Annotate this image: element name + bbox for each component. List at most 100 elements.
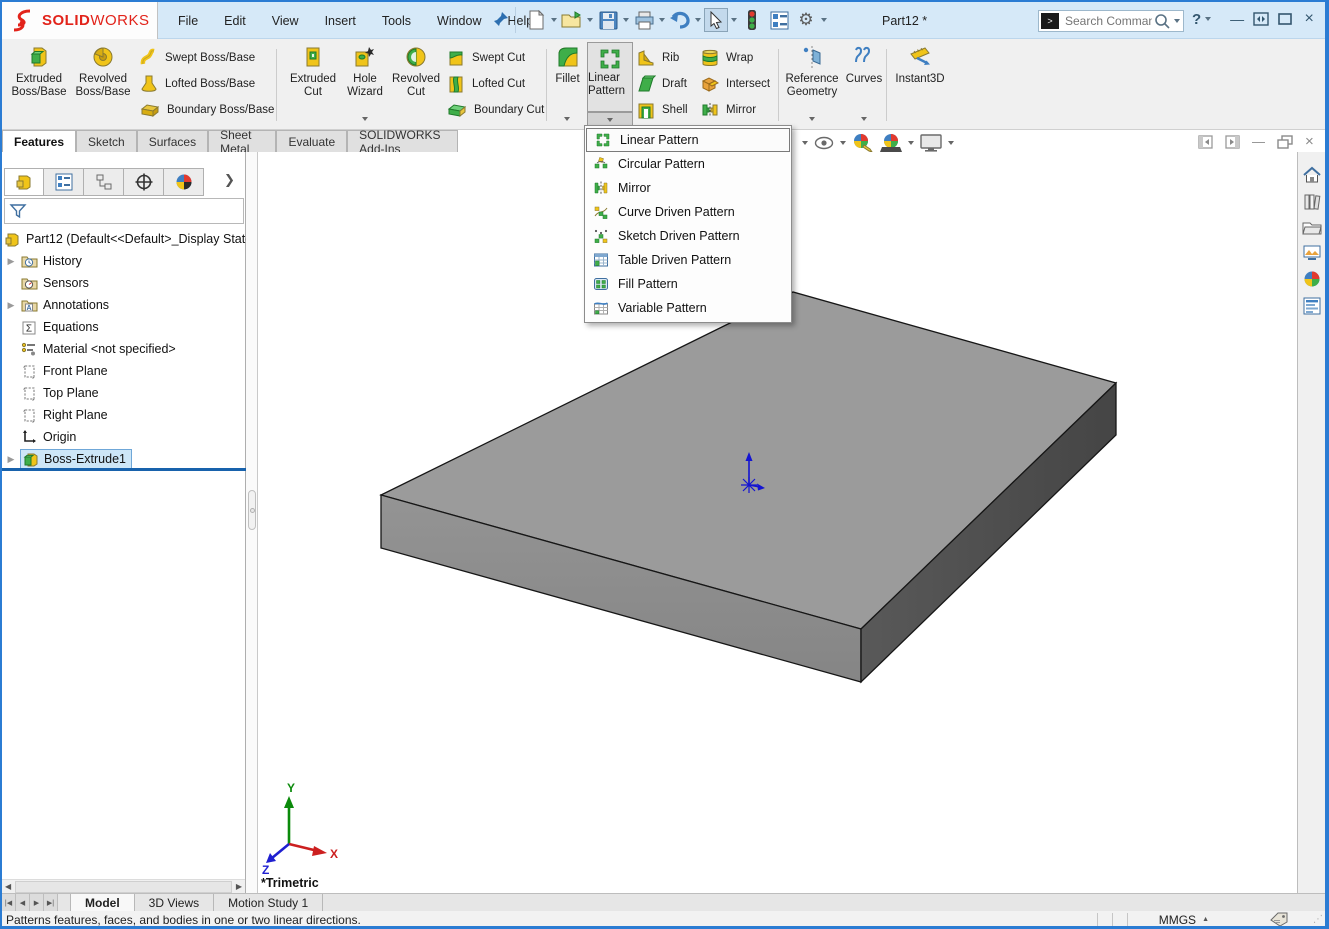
featuremanager-tab[interactable] bbox=[4, 168, 44, 196]
curves-button[interactable]: Curves bbox=[844, 44, 884, 124]
menu-edit[interactable]: Edit bbox=[224, 14, 246, 28]
resize-grip[interactable]: ⋰ bbox=[1313, 914, 1323, 925]
units-selector[interactable]: MMGS bbox=[1159, 913, 1196, 927]
tree-item-annotations[interactable]: ▶ A Annotations bbox=[2, 294, 246, 316]
tree-item-right-plane[interactable]: Right Plane bbox=[2, 404, 246, 426]
tree-item-origin[interactable]: Origin bbox=[2, 426, 246, 448]
intersect-button[interactable]: Intersect bbox=[700, 73, 770, 95]
settings-gear-icon[interactable]: ⚙ bbox=[794, 8, 818, 32]
menu-view[interactable]: View bbox=[272, 14, 299, 28]
search-input[interactable] bbox=[1063, 13, 1154, 29]
menu-item-sketch-driven-pattern[interactable]: Sketch Driven Pattern bbox=[585, 224, 791, 248]
reference-geometry-button[interactable]: Reference Geometry bbox=[782, 44, 842, 124]
menu-item-variable-pattern[interactable]: Variable Pattern bbox=[585, 296, 791, 320]
collapse-left-icon[interactable] bbox=[1198, 135, 1213, 149]
view-palette-icon[interactable] bbox=[1303, 245, 1321, 261]
scrollbar-thumb[interactable] bbox=[15, 881, 232, 893]
help-button[interactable]: ? bbox=[1192, 11, 1201, 28]
revolved-cut-button[interactable]: Revolved Cut bbox=[388, 44, 444, 124]
tree-horizontal-scrollbar[interactable]: ◀ ▶ bbox=[2, 879, 245, 893]
menu-window[interactable]: Window bbox=[437, 14, 481, 28]
pin-icon[interactable] bbox=[492, 10, 510, 28]
rollback-bar[interactable] bbox=[2, 468, 246, 471]
new-document-button[interactable] bbox=[524, 8, 548, 32]
menu-item-fill-pattern[interactable]: Fill Pattern bbox=[585, 272, 791, 296]
settings-caret[interactable] bbox=[821, 18, 827, 22]
menu-item-curve-driven-pattern[interactable]: Curve Driven Pattern bbox=[585, 200, 791, 224]
close-button[interactable]: × bbox=[1299, 9, 1319, 29]
expand-arrow-icon[interactable]: ▶ bbox=[2, 300, 20, 311]
restore-width-button[interactable] bbox=[1251, 9, 1271, 29]
expand-arrow-icon[interactable]: ▶ bbox=[2, 454, 20, 465]
draft-button[interactable]: Draft bbox=[636, 73, 687, 95]
doc-close-icon[interactable]: × bbox=[1305, 133, 1314, 150]
tree-item-sensors[interactable]: Sensors bbox=[2, 272, 246, 294]
view-settings-caret[interactable] bbox=[948, 141, 954, 145]
display-style-caret[interactable] bbox=[802, 141, 808, 145]
tab-3d-views[interactable]: 3D Views bbox=[135, 894, 214, 911]
linear-pattern-button[interactable]: Linear Pattern bbox=[587, 42, 633, 112]
minimize-button[interactable]: — bbox=[1227, 9, 1247, 29]
tree-item-boss-extrude1[interactable]: ▶ Boss-Extrude1 bbox=[2, 448, 246, 470]
expand-arrow-icon[interactable]: ▶ bbox=[2, 256, 20, 267]
scroll-left-icon[interactable]: ◀ bbox=[2, 882, 14, 891]
hole-wizard-caret[interactable] bbox=[350, 113, 380, 125]
tree-item-history[interactable]: ▶ History bbox=[2, 250, 246, 272]
dimxpertmanager-tab[interactable] bbox=[124, 168, 164, 196]
tab-features[interactable]: Features bbox=[2, 130, 76, 152]
tree-item-front-plane[interactable]: Front Plane bbox=[2, 360, 246, 382]
save-caret[interactable] bbox=[623, 18, 629, 22]
menu-file[interactable]: File bbox=[178, 14, 198, 28]
edit-appearance-icon[interactable] bbox=[852, 133, 874, 153]
propertymanager-tab[interactable] bbox=[44, 168, 84, 196]
apply-scene-icon[interactable] bbox=[880, 133, 902, 153]
menu-item-circular-pattern[interactable]: Circular Pattern bbox=[585, 152, 791, 176]
print-caret[interactable] bbox=[659, 18, 665, 22]
print-button[interactable] bbox=[632, 8, 656, 32]
options-list-icon[interactable] bbox=[767, 8, 791, 32]
tab-model[interactable]: Model bbox=[70, 894, 135, 911]
open-button[interactable] bbox=[560, 8, 584, 32]
hole-wizard-button[interactable]: Hole Wizard bbox=[343, 44, 387, 124]
tab-sketch[interactable]: Sketch bbox=[76, 130, 137, 152]
save-button[interactable] bbox=[596, 8, 620, 32]
hide-show-items-icon[interactable] bbox=[814, 136, 834, 150]
hide-show-caret[interactable] bbox=[840, 141, 846, 145]
tree-item-equations[interactable]: Σ Equations bbox=[2, 316, 246, 338]
configurationmanager-tab[interactable] bbox=[84, 168, 124, 196]
search-commands-box[interactable]: > bbox=[1038, 10, 1184, 32]
boundary-cut-button[interactable]: Boundary Cut bbox=[446, 99, 544, 121]
wrap-button[interactable]: Wrap bbox=[700, 47, 753, 69]
file-explorer-icon[interactable] bbox=[1302, 220, 1322, 236]
revolved-boss-button[interactable]: Revolved Boss/Base bbox=[72, 44, 134, 124]
apply-scene-caret[interactable] bbox=[908, 141, 914, 145]
displaymanager-tab[interactable] bbox=[164, 168, 204, 196]
open-caret[interactable] bbox=[587, 18, 593, 22]
select-tool-button[interactable] bbox=[704, 8, 728, 32]
menu-item-table-driven-pattern[interactable]: Table Driven Pattern bbox=[585, 248, 791, 272]
rib-button[interactable]: Rib bbox=[636, 47, 679, 69]
select-caret[interactable] bbox=[731, 18, 737, 22]
extruded-boss-button[interactable]: Extruded Boss/Base bbox=[8, 44, 70, 124]
swept-cut-button[interactable]: Swept Cut bbox=[446, 47, 525, 69]
appearances-icon[interactable] bbox=[1303, 270, 1321, 288]
menu-insert[interactable]: Insert bbox=[325, 14, 356, 28]
manager-tabs-overflow[interactable]: ❯ bbox=[224, 172, 235, 188]
menu-item-linear-pattern[interactable]: Linear Pattern bbox=[586, 128, 790, 152]
curves-caret[interactable] bbox=[849, 113, 879, 125]
splitter-handle[interactable] bbox=[248, 490, 256, 530]
tree-root[interactable]: Part12 (Default<<Default>_Display State bbox=[2, 228, 246, 250]
tab-sheet-metal[interactable]: Sheet Metal bbox=[208, 130, 276, 152]
tab-scroll-last[interactable]: ▶| bbox=[44, 894, 58, 911]
reference-geometry-caret[interactable] bbox=[797, 113, 827, 125]
mirror-button[interactable]: Mirror bbox=[700, 99, 756, 121]
menu-tools[interactable]: Tools bbox=[382, 14, 411, 28]
tree-item-material[interactable]: Material <not specified> bbox=[2, 338, 246, 360]
menu-item-mirror[interactable]: Mirror bbox=[585, 176, 791, 200]
tab-solidworks-addins[interactable]: SOLIDWORKS Add-Ins bbox=[347, 130, 458, 152]
rebuild-button[interactable] bbox=[740, 8, 764, 32]
boundary-boss-button[interactable]: Boundary Boss/Base bbox=[139, 99, 274, 121]
search-caret[interactable] bbox=[1174, 19, 1180, 23]
help-caret[interactable] bbox=[1205, 17, 1211, 21]
design-library-icon[interactable] bbox=[1303, 193, 1321, 211]
